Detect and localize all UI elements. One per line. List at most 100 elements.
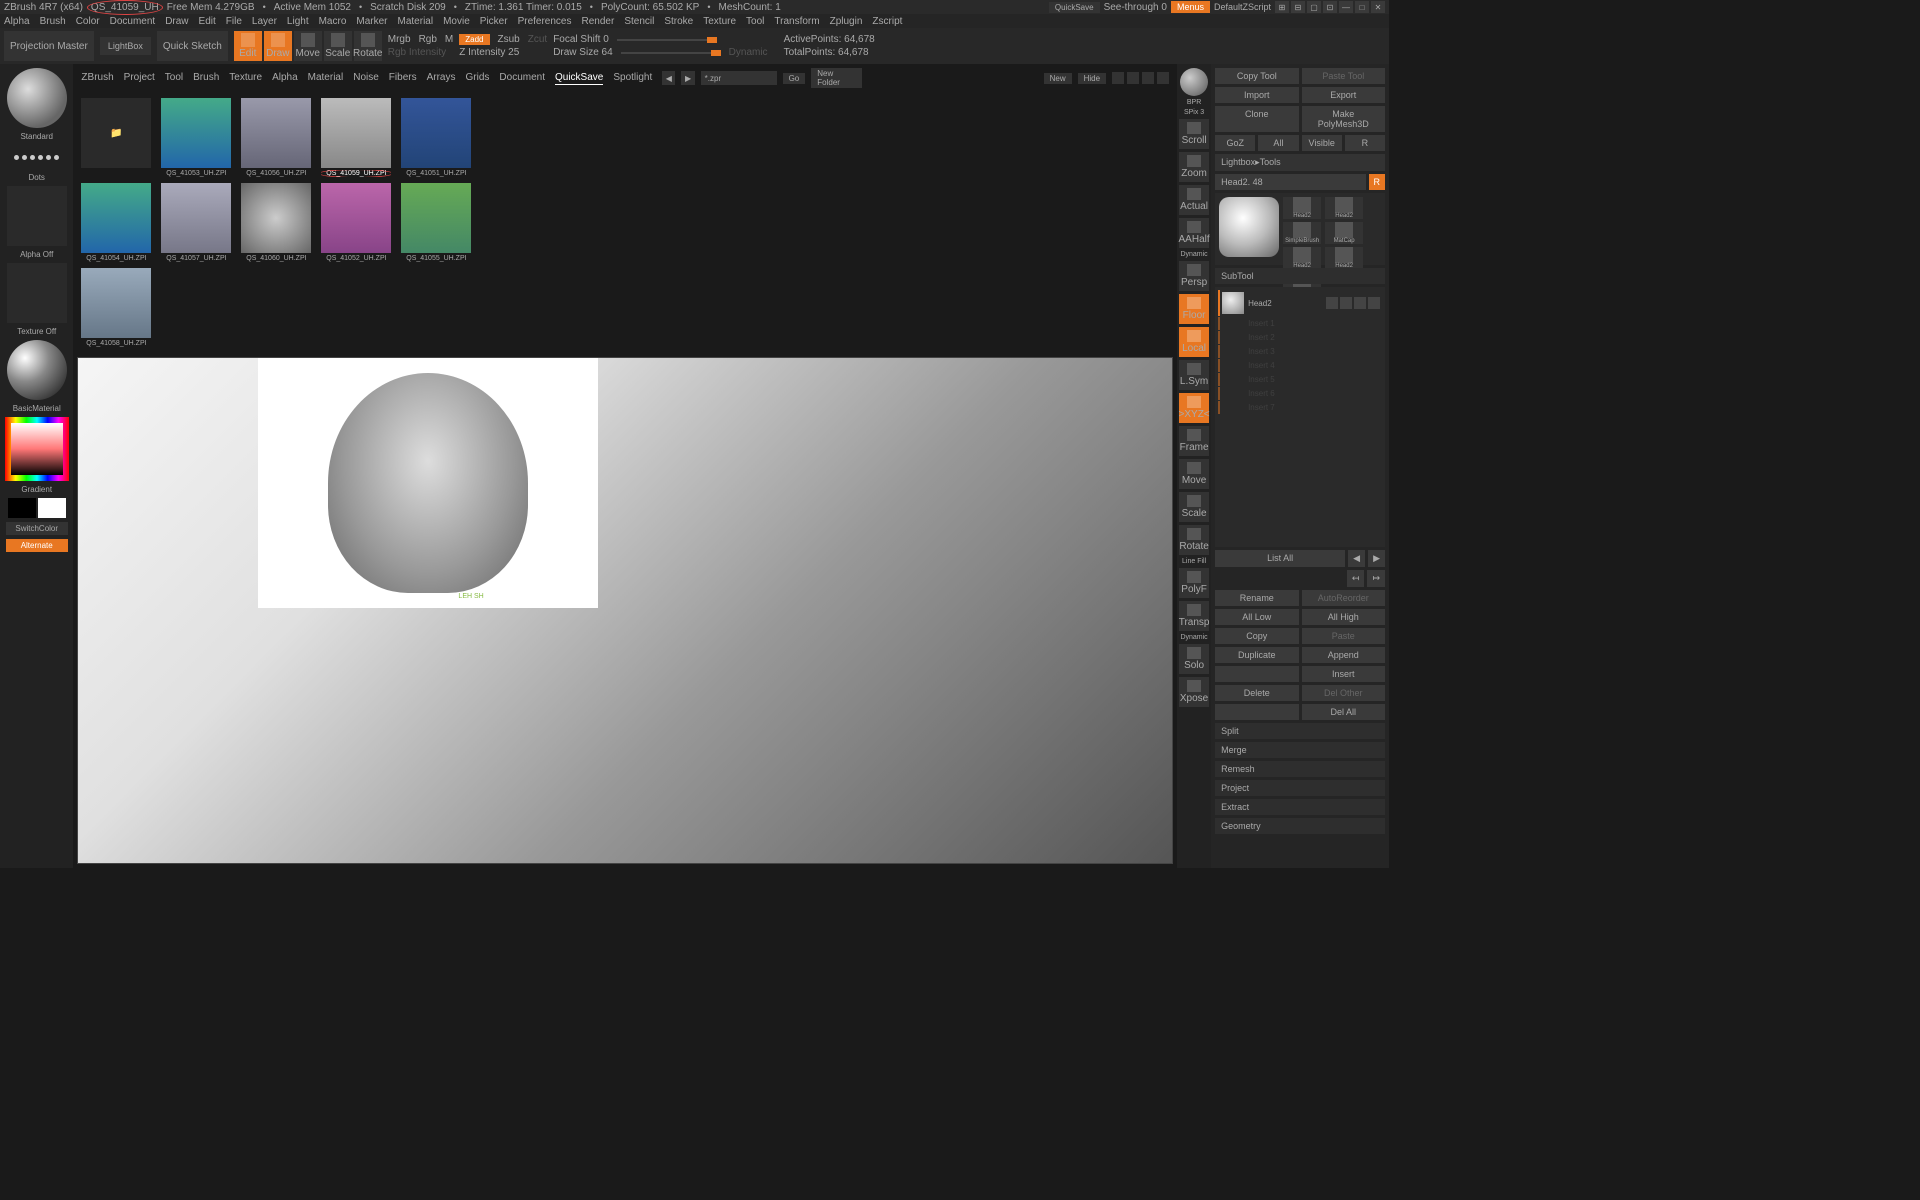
edit-button[interactable]: Edit: [234, 31, 262, 61]
move-button[interactable]: Move: [294, 31, 322, 61]
projection-master-button[interactable]: Projection Master: [4, 31, 94, 61]
empty-button[interactable]: [1215, 704, 1298, 720]
quicksave-item[interactable]: QS_41060_UH.ZPI: [239, 183, 313, 262]
menu-tool[interactable]: Tool: [746, 16, 764, 27]
zoom-button[interactable]: Zoom: [1179, 152, 1209, 182]
zcut-button[interactable]: Zcut: [528, 34, 547, 45]
tool-item[interactable]: MatCap: [1325, 222, 1363, 244]
tab-document[interactable]: Document: [499, 72, 545, 84]
slider-track[interactable]: [621, 52, 721, 54]
all-button[interactable]: All: [1258, 135, 1298, 151]
new-button[interactable]: New: [1044, 73, 1072, 84]
view-mode-icon[interactable]: [1142, 72, 1154, 84]
nav-button[interactable]: ↤: [1347, 570, 1365, 587]
tab-fibers[interactable]: Fibers: [389, 72, 417, 84]
stroke-thumbnail[interactable]: [7, 145, 67, 169]
lsym-button[interactable]: L.Sym: [1179, 360, 1209, 390]
tool-item[interactable]: Head2: [1283, 247, 1321, 269]
nav-button[interactable]: ◀: [1348, 550, 1365, 567]
zsub-button[interactable]: Zsub: [498, 34, 520, 45]
viewport[interactable]: LEH SH: [77, 357, 1173, 864]
dynamic-toggle[interactable]: Dynamic: [729, 47, 768, 58]
rgb-toggle[interactable]: Rgb: [419, 34, 437, 45]
menu-texture[interactable]: Texture: [703, 16, 736, 27]
scale-button[interactable]: Scale: [1179, 492, 1209, 522]
menu-preferences[interactable]: Preferences: [518, 16, 572, 27]
menu-color[interactable]: Color: [76, 16, 100, 27]
close-button[interactable]: ✕: [1371, 1, 1385, 13]
maximize-button[interactable]: □: [1355, 1, 1369, 13]
tab-grids[interactable]: Grids: [466, 72, 490, 84]
tab-zbrush[interactable]: ZBrush: [81, 72, 113, 84]
quicksave-item[interactable]: QS_41059_UH.ZPI: [319, 98, 393, 177]
lightbox-tools-header[interactable]: Lightbox▸Tools: [1215, 154, 1385, 171]
append-button[interactable]: Append: [1302, 647, 1385, 663]
window-btn[interactable]: ⊟: [1291, 1, 1305, 13]
menu-light[interactable]: Light: [287, 16, 309, 27]
tool-name[interactable]: Head2. 48: [1215, 174, 1365, 190]
alternate-button[interactable]: Alternate: [6, 539, 68, 552]
subtool-slot[interactable]: Insert 2: [1218, 331, 1382, 344]
primary-color[interactable]: [38, 498, 66, 518]
window-btn[interactable]: ▢: [1307, 1, 1321, 13]
local-button[interactable]: Local: [1179, 327, 1209, 357]
persp-button[interactable]: Persp: [1179, 261, 1209, 291]
prev-button[interactable]: ◀: [662, 71, 675, 85]
copy-tool-button[interactable]: Copy Tool: [1215, 68, 1298, 84]
menu-marker[interactable]: Marker: [356, 16, 387, 27]
scale-button[interactable]: Scale: [324, 31, 352, 61]
empty-button[interactable]: [1215, 666, 1298, 682]
next-button[interactable]: ▶: [681, 71, 694, 85]
r-button[interactable]: R: [1345, 135, 1385, 151]
rotate-button[interactable]: Rotate: [354, 31, 382, 61]
search-input[interactable]: *.zpr: [701, 71, 777, 85]
tool-palette[interactable]: Head2SimpleBrushHead2PolyMesh3DHead2MatC…: [1215, 193, 1385, 265]
subtool-item[interactable]: Head2: [1218, 290, 1382, 316]
move-button[interactable]: Move: [1179, 459, 1209, 489]
remesh-section[interactable]: Remesh: [1215, 761, 1385, 777]
view-mode-icon[interactable]: [1112, 72, 1124, 84]
menu-brush[interactable]: Brush: [40, 16, 66, 27]
polyf-button[interactable]: PolyF: [1179, 568, 1209, 598]
menu-zscript[interactable]: Zscript: [872, 16, 902, 27]
subtool-slot[interactable]: Insert 5: [1218, 373, 1382, 386]
duplicate-button[interactable]: Duplicate: [1215, 647, 1298, 663]
nav-button[interactable]: ↦: [1367, 570, 1385, 587]
quicksave-item[interactable]: QS_41052_UH.ZPI: [319, 183, 393, 262]
view-mode-icon[interactable]: [1127, 72, 1139, 84]
spix-slider[interactable]: SPix 3: [1184, 109, 1204, 116]
make-polymesh3d-button[interactable]: Make PolyMesh3D: [1302, 106, 1385, 132]
tab-spotlight[interactable]: Spotlight: [613, 72, 652, 84]
tab-arrays[interactable]: Arrays: [427, 72, 456, 84]
zadd-button[interactable]: Zadd: [459, 34, 489, 45]
tool-item[interactable]: SimpleBrush: [1283, 222, 1321, 244]
quicksave-item[interactable]: QS_41055_UH.ZPI: [399, 183, 473, 262]
tool-item[interactable]: Head2: [1325, 247, 1363, 269]
menu-picker[interactable]: Picker: [480, 16, 508, 27]
draw-button[interactable]: Draw: [264, 31, 292, 61]
goz-button[interactable]: GoZ: [1215, 135, 1255, 151]
texture-thumbnail[interactable]: [7, 263, 67, 323]
copy-button[interactable]: Copy: [1215, 628, 1298, 644]
minimize-button[interactable]: —: [1339, 1, 1353, 13]
all-high-button[interactable]: All High: [1302, 609, 1385, 625]
new-folder-button[interactable]: New Folder: [811, 68, 862, 88]
m-toggle[interactable]: M: [445, 34, 453, 45]
tab-material[interactable]: Material: [308, 72, 344, 84]
gradient-label[interactable]: Gradient: [21, 485, 52, 494]
brush-thumbnail[interactable]: [7, 68, 67, 128]
menu-alpha[interactable]: Alpha: [4, 16, 30, 27]
insert-button[interactable]: Insert: [1302, 666, 1385, 682]
subtool-slot[interactable]: Insert 1: [1218, 317, 1382, 330]
menu-transform[interactable]: Transform: [774, 16, 819, 27]
quicksave-item[interactable]: QS_41056_UH.ZPI: [239, 98, 313, 177]
subtool-header[interactable]: SubTool: [1215, 268, 1385, 284]
secondary-color[interactable]: [8, 498, 36, 518]
menu-edit[interactable]: Edit: [199, 16, 216, 27]
project-section[interactable]: Project: [1215, 780, 1385, 796]
color-picker[interactable]: [5, 417, 69, 481]
draw-size-slider[interactable]: Draw Size 64: [553, 47, 612, 58]
solo-button[interactable]: Solo: [1179, 644, 1209, 674]
active-tool[interactable]: [1219, 197, 1279, 257]
slider-track[interactable]: [617, 39, 717, 41]
